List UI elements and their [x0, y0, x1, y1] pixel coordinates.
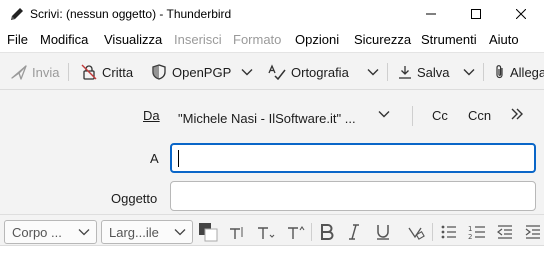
text-caret — [178, 150, 179, 167]
paperclip-icon — [495, 64, 510, 80]
send-icon — [11, 64, 32, 80]
text-size-down-icon — [256, 224, 276, 240]
spelling-button[interactable]: Ortografia — [268, 53, 349, 91]
chevron-down-icon — [378, 110, 390, 118]
italic-button[interactable] — [343, 221, 365, 243]
text-size-up-icon — [286, 224, 306, 240]
font-value: Larg...ile — [109, 224, 159, 240]
toolbar-separator — [68, 63, 69, 81]
chevron-down-icon — [174, 228, 186, 236]
lock-crossed-icon — [81, 64, 102, 80]
font-size-up-button[interactable] — [285, 221, 307, 243]
header-separator — [412, 106, 413, 126]
underline-icon — [376, 224, 390, 240]
from-label: Da — [143, 108, 160, 123]
font-size-smaller-button[interactable] — [227, 221, 249, 243]
attach-label: Allega — [510, 64, 544, 80]
from-identity-select[interactable]: "Michele Nasi - IlSoftware.it" ... — [178, 108, 400, 128]
menu-aiuto[interactable]: Aiuto — [489, 32, 519, 47]
bold-button[interactable] — [316, 221, 338, 243]
encrypt-label: Critta — [102, 64, 134, 80]
format-separator — [432, 223, 433, 241]
double-chevron-right-icon — [510, 108, 524, 120]
to-label: A — [150, 151, 159, 166]
minimize-icon — [426, 9, 436, 19]
outdent-icon — [497, 224, 513, 240]
chevron-down-icon — [367, 68, 384, 76]
send-button[interactable]: Invia — [11, 53, 59, 91]
openpgp-button[interactable]: OpenPGP — [151, 53, 231, 91]
indent-icon — [525, 224, 541, 240]
pencil-icon — [9, 6, 25, 22]
save-label: Salva — [417, 64, 450, 80]
download-icon — [398, 65, 417, 79]
from-identity-value: "Michele Nasi - IlSoftware.it" ... — [178, 110, 356, 126]
chevron-down-icon — [241, 68, 258, 76]
title-bar: Scrivi: (nessun oggetto) - Thunderbird — [0, 0, 544, 28]
toolbar-separator — [483, 63, 484, 81]
svg-text:1: 1 — [468, 225, 472, 233]
font-size-down-button[interactable] — [255, 221, 277, 243]
send-label: Invia — [32, 64, 60, 80]
menu-inserisci[interactable]: Inserisci — [174, 32, 222, 47]
spelling-menu-button[interactable] — [367, 53, 384, 91]
subject-label: Oggetto — [111, 191, 158, 206]
bullet-list-button[interactable] — [438, 221, 460, 243]
italic-icon — [348, 224, 360, 240]
to-recipient-input[interactable] — [170, 143, 536, 173]
toolbar-separator — [387, 63, 388, 81]
compose-toolbar: Invia Critta OpenPGP Ortografia Salva Al… — [0, 52, 544, 90]
indent-button[interactable] — [522, 221, 544, 243]
underline-button[interactable] — [372, 221, 394, 243]
font-select[interactable]: Larg...ile — [101, 220, 193, 244]
close-icon — [516, 9, 526, 19]
shield-icon — [151, 64, 172, 80]
encrypt-button[interactable]: Critta — [81, 53, 133, 91]
menu-opzioni[interactable]: Opzioni — [295, 32, 339, 47]
menu-strumenti[interactable]: Strumenti — [421, 32, 477, 47]
maximize-button[interactable] — [453, 0, 499, 28]
numbered-list-button[interactable]: 12 — [466, 221, 488, 243]
numbered-list-icon: 12 — [468, 224, 486, 240]
menu-sicurezza[interactable]: Sicurezza — [354, 32, 411, 47]
openpgp-menu-button[interactable] — [241, 53, 258, 91]
menu-formato[interactable]: Formato — [233, 32, 281, 47]
menu-modifica[interactable]: Modifica — [40, 32, 88, 47]
text-color-button[interactable] — [197, 221, 219, 243]
attach-button[interactable]: Allega — [495, 53, 544, 91]
maximize-icon — [471, 9, 481, 19]
save-menu-button[interactable] — [463, 53, 480, 91]
remove-formatting-button[interactable] — [405, 221, 427, 243]
spellcheck-icon — [268, 64, 291, 80]
minimize-button[interactable] — [408, 0, 454, 28]
cc-button[interactable]: Cc — [432, 108, 448, 123]
spelling-label: Ortografia — [291, 64, 349, 80]
format-toolbar: Corpo ... Larg...ile 12 — [0, 214, 544, 246]
bcc-button[interactable]: Ccn — [468, 108, 491, 123]
outdent-button[interactable] — [494, 221, 516, 243]
text-smaller-icon — [228, 224, 248, 240]
menu-file[interactable]: File — [7, 32, 28, 47]
menu-visualizza[interactable]: Visualizza — [104, 32, 162, 47]
format-separator — [311, 223, 312, 241]
close-button[interactable] — [498, 0, 544, 28]
color-swatch-icon — [197, 221, 219, 243]
paragraph-format-value: Corpo ... — [12, 224, 62, 240]
bold-icon — [320, 224, 334, 240]
chevron-down-icon — [463, 68, 480, 76]
svg-text:2: 2 — [468, 233, 472, 240]
save-button[interactable]: Salva — [398, 53, 450, 91]
paragraph-format-select[interactable]: Corpo ... — [4, 220, 97, 244]
chevron-down-icon — [78, 228, 90, 236]
message-body-editor[interactable] — [0, 246, 544, 271]
eraser-icon — [407, 224, 425, 240]
extra-recipients-button[interactable] — [510, 108, 524, 120]
menu-bar: File Modifica Visualizza Inserisci Forma… — [0, 28, 544, 52]
bullet-list-icon — [441, 224, 457, 240]
subject-input[interactable] — [170, 181, 536, 211]
openpgp-label: OpenPGP — [172, 64, 232, 80]
window-title: Scrivi: (nessun oggetto) - Thunderbird — [30, 7, 232, 21]
